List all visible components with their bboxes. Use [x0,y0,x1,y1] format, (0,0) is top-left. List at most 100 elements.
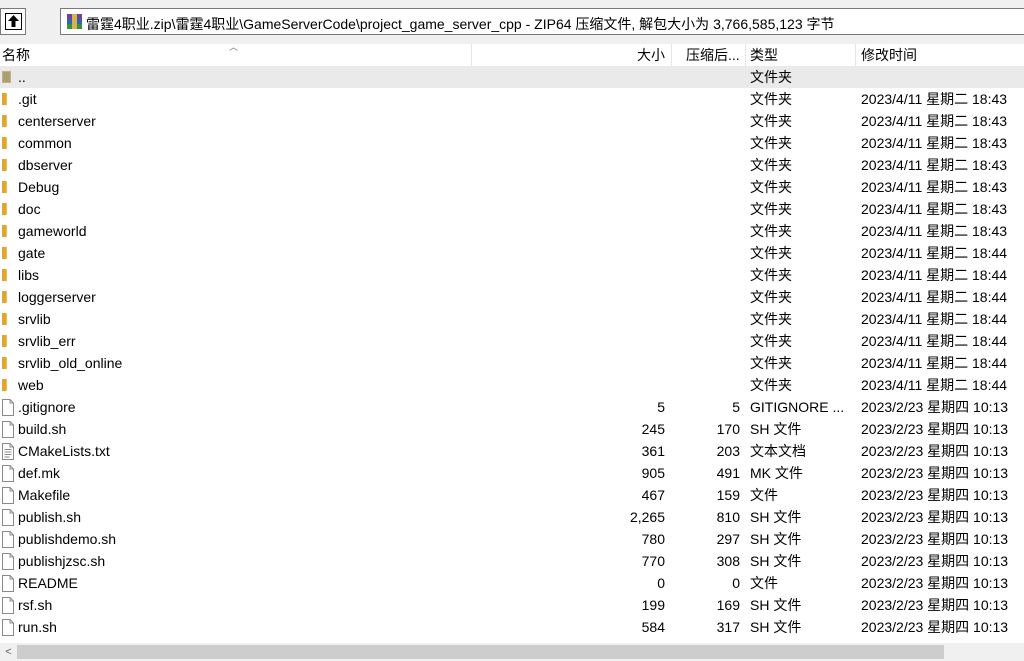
file-type: 文件夹 [750,267,792,283]
folder-icon [1,113,15,132]
file-name: Makefile [18,487,71,503]
file-size: 2,265 [629,509,665,525]
file-size: 905 [641,465,665,481]
file-row[interactable]: run.sh 584 317 SH 文件 2023/2/23 星期四 10:13 [0,616,1024,638]
file-packed-size [670,330,740,352]
file-row[interactable]: publishjzsc.sh 770 308 SH 文件 2023/2/23 星期四 1… [0,550,1024,572]
column-header-modified[interactable]: 修改时间 [861,44,917,66]
up-one-level-button[interactable] [0,8,26,35]
file-packed-size [670,264,740,286]
file-size [560,110,665,132]
file-row[interactable]: srvlib_old_online 文件夹 2023/4/11 星期二 18:44 [0,352,1024,374]
file-modified: 2023/2/23 星期四 10:13 [861,575,1009,591]
column-divider[interactable] [745,44,746,66]
file-row[interactable]: gate 文件夹 2023/4/11 星期二 18:44 [0,242,1024,264]
file-row[interactable]: loggerserver 文件夹 2023/4/11 星期二 18:44 [0,286,1024,308]
file-type: 文件夹 [750,289,792,305]
file-row[interactable]: def.mk 905 491 MK 文件 2023/2/23 星期四 10:13 [0,462,1024,484]
file-modified: 2023/2/23 星期四 10:13 [861,399,1009,415]
file-modified: 2023/2/23 星期四 10:13 [861,421,1009,437]
file-name: build.sh [18,421,67,437]
sort-ascending-icon: ︿ [229,42,239,52]
file-icon [1,575,15,595]
file-name: web [18,377,44,393]
file-packed-size [670,242,740,264]
file-packed-size: 297 [716,531,740,547]
file-name: rsf.sh [18,597,53,613]
column-divider[interactable] [671,44,672,66]
file-row[interactable]: srvlib_err 文件夹 2023/4/11 星期二 18:44 [0,330,1024,352]
file-row[interactable]: .gitignore 5 5 GITIGNORE ... 2023/2/23 星期四 1… [0,396,1024,418]
file-row[interactable]: Makefile 467 159 文件 2023/2/23 星期四 10:13 [0,484,1024,506]
file-type: 文件夹 [750,245,792,261]
file-row[interactable]: web 文件夹 2023/4/11 星期二 18:44 [0,374,1024,396]
file-row[interactable]: common 文件夹 2023/4/11 星期二 18:43 [0,132,1024,154]
column-header-packed[interactable]: 压缩后... [686,44,740,66]
file-type: 文件夹 [750,135,792,151]
file-size [560,220,665,242]
file-packed-size [670,154,740,176]
file-packed-size: 308 [716,553,740,569]
file-name: srvlib_old_online [18,355,123,371]
file-row[interactable]: gameworld 文件夹 2023/4/11 星期二 18:43 [0,220,1024,242]
file-type: 文件 [750,575,778,591]
file-modified: 2023/4/11 星期二 18:43 [861,91,1008,107]
column-header: ︿ 名称 大小 压缩后... 类型 修改时间 [0,42,1024,67]
file-size: 361 [641,443,665,459]
file-modified: 2023/2/23 星期四 10:13 [861,597,1009,613]
folder-icon [1,289,15,308]
file-type: SH 文件 [750,421,802,437]
file-packed-size [670,66,740,88]
file-type: 文件夹 [750,355,792,371]
scrollbar-thumb[interactable] [17,645,944,659]
file-row[interactable]: .git 文件夹 2023/4/11 星期二 18:43 [0,88,1024,110]
file-row[interactable]: centerserver 文件夹 2023/4/11 星期二 18:43 [0,110,1024,132]
file-row[interactable]: publishdemo.sh 780 297 SH 文件 2023/2/23 星期四 1… [0,528,1024,550]
file-row[interactable]: dbserver 文件夹 2023/4/11 星期二 18:43 [0,154,1024,176]
file-row[interactable]: CMakeLists.txt 361 203 文本文档 2023/2/23 星期四 10… [0,440,1024,462]
file-size: 770 [641,553,665,569]
file-row[interactable]: doc 文件夹 2023/4/11 星期二 18:43 [0,198,1024,220]
folder-icon [1,135,15,154]
file-modified: 2023/4/11 星期二 18:43 [861,157,1008,173]
parent-folder-icon [1,69,15,88]
file-name: publishjzsc.sh [18,553,106,569]
column-header-name[interactable]: 名称 [2,44,30,66]
file-packed-size: 317 [716,619,740,635]
file-row[interactable]: build.sh 245 170 SH 文件 2023/2/23 星期四 10:13 [0,418,1024,440]
file-list[interactable]: .. 文件夹 .git 文件夹 2023/4/11 星期二 18:43 centerser… [0,66,1024,640]
column-divider[interactable] [471,44,472,66]
file-size [560,264,665,286]
path-field[interactable]: 雷霆4职业.zip\雷霆4职业\GameServerCode\project_g… [60,8,1024,35]
column-header-size[interactable]: 大小 [560,44,665,66]
scroll-left-icon[interactable]: < [0,643,17,661]
file-row[interactable]: libs 文件夹 2023/4/11 星期二 18:44 [0,264,1024,286]
file-size [560,66,665,88]
folder-icon [1,91,15,110]
file-icon [1,487,15,507]
archive-path-text: 雷霆4职业.zip\雷霆4职业\GameServerCode\project_g… [86,16,835,32]
file-type: SH 文件 [750,509,802,525]
file-modified: 2023/2/23 星期四 10:13 [861,465,1009,481]
file-row[interactable]: rsf.sh 199 169 SH 文件 2023/2/23 星期四 10:13 [0,594,1024,616]
file-name: .gitignore [18,399,76,415]
file-row[interactable]: README 0 0 文件 2023/2/23 星期四 10:13 [0,572,1024,594]
file-modified: 2023/4/11 星期二 18:44 [861,333,1008,349]
column-divider[interactable] [855,44,856,66]
text-file-icon [1,443,15,463]
file-name: CMakeLists.txt [18,443,110,459]
file-row[interactable]: .. 文件夹 [0,66,1024,88]
horizontal-scrollbar[interactable]: < [0,643,1024,661]
file-size [560,308,665,330]
column-header-type[interactable]: 类型 [750,44,778,66]
file-name: publishdemo.sh [18,531,117,547]
file-size: 5 [657,399,665,415]
folder-icon [1,245,15,264]
folder-icon [1,223,15,242]
file-row[interactable]: Debug 文件夹 2023/4/11 星期二 18:43 [0,176,1024,198]
file-packed-size: 5 [732,399,740,415]
file-row[interactable]: srvlib 文件夹 2023/4/11 星期二 18:44 [0,308,1024,330]
file-row[interactable]: publish.sh 2,265 810 SH 文件 2023/2/23 星期四 10:… [0,506,1024,528]
file-icon [1,531,15,551]
file-name: srvlib [18,311,51,327]
